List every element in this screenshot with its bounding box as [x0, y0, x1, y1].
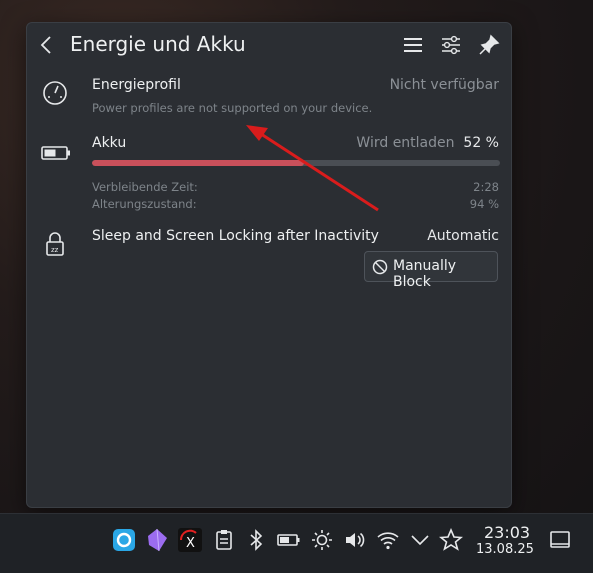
battery-state: Wird entladen [356, 135, 455, 151]
block-icon [372, 259, 388, 275]
taskbar-battery-icon[interactable] [277, 528, 301, 552]
battery-status: Wird entladen 52 % [356, 135, 499, 151]
sleep-label: Sleep and Screen Locking after Inactivit… [92, 228, 379, 244]
sleep-status: Automatic [427, 228, 499, 244]
manually-block-button[interactable]: Manually Block [364, 251, 498, 290]
battery-progress-fill [92, 160, 305, 166]
popup-header: Energie und Akku [27, 23, 511, 67]
energy-profile-status: Nicht verfügbar [389, 77, 499, 93]
show-desktop-icon[interactable] [548, 528, 572, 552]
battery-progress-bar [92, 160, 500, 166]
x-app-icon[interactable]: X [178, 528, 202, 552]
battery-label: Akku [92, 135, 127, 151]
energy-profile-description: Power profiles are not supported on your… [92, 101, 373, 115]
star-icon[interactable] [438, 527, 464, 552]
remaining-time-value: 2:28 [473, 180, 499, 194]
volume-icon[interactable] [343, 528, 367, 552]
app-launcher-icon[interactable] [112, 528, 136, 552]
energy-popup: Energie und Akku Energieprofil Nicht ver… [26, 22, 512, 508]
health-label: Alterungszustand: [92, 197, 197, 211]
energy-profile-label: Energieprofil [92, 77, 181, 93]
speedometer-icon [41, 79, 69, 107]
lock-sleep-icon: zz [41, 230, 69, 258]
clipboard-icon[interactable] [212, 528, 236, 552]
taskbar: X 23:03 13.08.25 [0, 513, 593, 573]
obsidian-icon[interactable] [145, 528, 169, 552]
configure-icon[interactable] [439, 33, 463, 57]
clock-time[interactable]: 23:03 [484, 523, 530, 542]
remaining-time-label: Verbleibende Zeit: [92, 180, 198, 194]
wifi-icon[interactable] [376, 528, 400, 552]
svg-text:zz: zz [51, 246, 59, 254]
brightness-icon[interactable] [310, 528, 334, 552]
manually-block-label: Manually Block [393, 258, 457, 290]
battery-icon [41, 139, 70, 167]
health-value: 94 % [469, 197, 499, 211]
menu-icon[interactable] [401, 33, 425, 57]
chevron-down-icon[interactable] [408, 528, 432, 552]
clock-date[interactable]: 13.08.25 [476, 542, 534, 557]
popup-title: Energie und Akku [70, 32, 246, 56]
back-icon[interactable] [37, 33, 57, 57]
pin-icon[interactable] [477, 33, 501, 57]
battery-percent: 52 % [463, 135, 499, 151]
bluetooth-icon[interactable] [244, 528, 268, 552]
svg-text:X: X [186, 536, 195, 551]
